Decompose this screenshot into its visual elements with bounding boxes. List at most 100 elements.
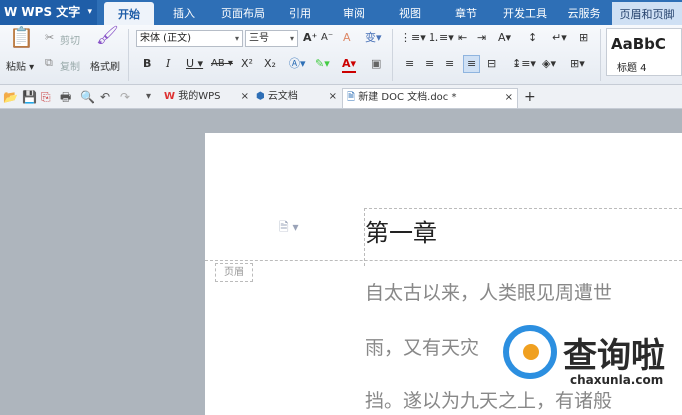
highlight-icon[interactable]: ✎▾ [315,57,330,71]
cut-button[interactable]: 剪切 [60,32,80,47]
open-icon[interactable]: 📂 [3,90,18,104]
watermark-title: 查询啦 [563,336,665,376]
copy-button[interactable]: 复制 [60,58,80,73]
underline-label: U [186,57,195,70]
close-icon[interactable]: × [329,88,337,106]
header-area-top-border [364,208,682,209]
underline-button[interactable]: U ▾ [186,57,203,71]
number-list-icon[interactable]: ⒈≡▾ [428,31,454,45]
watermark-logo-icon [503,325,557,379]
app-name: WPS 文字 [21,5,81,19]
align-left-icon[interactable]: ≡ [405,57,414,71]
font-color-button[interactable]: A▾ [342,57,357,73]
strikethrough-button[interactable]: AB ▾ [211,57,233,71]
bold-button[interactable]: B [143,57,151,71]
doc-tab-label: 新建 DOC 文档.doc * [358,92,457,103]
body-text-line[interactable]: 挡。遂以为九天之上，有诸般 [365,386,612,413]
sort-icon[interactable]: ↕ [528,31,537,45]
tab-cloud[interactable]: 云服务 [560,0,608,25]
close-icon[interactable]: × [505,89,513,107]
print-icon[interactable]: 🖶 [60,90,71,104]
new-tab-button[interactable]: + [524,88,538,108]
tab-chapter[interactable]: 章节 [444,0,488,25]
font-size-value: 三号 [249,33,269,44]
show-marks-icon[interactable]: ↵▾ [552,31,567,45]
justify-icon[interactable]: ≡ [463,55,481,73]
paste-icon[interactable]: 📋 [9,27,34,47]
cut-icon[interactable]: ✂ [45,31,54,45]
doc-tab-cloud-docs[interactable]: ⬢ 云文档 × [256,88,340,108]
divider [128,29,129,81]
tab-insert[interactable]: 插入 [160,0,208,25]
borders-icon[interactable]: ⊞▾ [570,57,585,71]
paste-button[interactable]: 粘贴 ▾ [6,58,34,73]
undo-icon[interactable]: ↶ [100,90,110,104]
close-icon[interactable]: × [241,88,249,106]
font-name-select[interactable]: 宋体 (正文) ▾ [136,30,243,47]
tab-home[interactable]: 开始 [104,2,154,25]
decrease-indent-icon[interactable]: ⇤ [458,31,467,45]
align-center-icon[interactable]: ≡ [425,57,434,71]
copy-icon[interactable]: ⧉ [45,56,53,70]
chevron-down-icon[interactable]: ▾ [146,90,151,104]
format-painter-button[interactable]: 格式刷 [90,58,120,73]
watermark-logo-dot [523,344,539,360]
asian-layout-icon[interactable]: A▾ [498,31,511,45]
tab-view[interactable]: 视图 [388,0,432,25]
save-icon[interactable]: 💾 [22,90,37,104]
export-icon[interactable]: ⎘ [41,90,51,104]
table-icon[interactable]: ⊞ [579,31,588,45]
body-text-line[interactable]: 雨，又有天灾 [365,333,479,360]
document-icon: 🗎 [347,92,356,103]
phonetic-icon[interactable]: 变▾ [365,31,382,45]
shrink-font-button[interactable]: A⁻ [321,31,333,45]
wps-logo-icon: W [4,5,22,19]
format-painter-icon[interactable]: 🖌 [96,27,119,45]
char-shading-icon[interactable]: ▣ [371,57,381,71]
shading-icon[interactable]: ◈▾ [542,57,556,71]
chevron-down-icon: ▾ [234,34,239,43]
grow-font-button[interactable]: A⁺ [303,31,317,45]
subscript-button[interactable]: X₂ [264,57,276,71]
font-color-label: A [342,57,351,70]
cloud-doc-icon: ⬢ [256,91,265,102]
text-effect-icon[interactable]: Ⓐ▾ [289,57,306,71]
header-label[interactable]: 页眉 [215,263,253,282]
doc-tab-label: 我的WPS [178,91,221,102]
wps-logo-icon: W [164,91,176,102]
body-text-line[interactable]: 自太古以来，人类眼见周遭世 [365,278,612,305]
strike-label: AB [211,58,225,69]
doc-tab-my-wps[interactable]: W 我的WPS × [164,88,252,108]
font-name-value: 宋体 (正文) [140,33,191,44]
style-preview: AaBbC [611,35,666,53]
doc-tab-label: 云文档 [267,91,298,102]
bullet-list-icon[interactable]: ⋮≡▾ [400,31,426,45]
preview-icon[interactable]: 🔍 [80,90,95,104]
clear-format-icon[interactable]: A [343,31,351,45]
italic-button[interactable]: I [166,57,170,71]
watermark-url: chaxunla.com [570,373,664,387]
increase-indent-icon[interactable]: ⇥ [477,31,486,45]
align-right-icon[interactable]: ≡ [445,57,454,71]
tab-review[interactable]: 审阅 [332,0,376,25]
doc-tab-current[interactable]: 🗎 新建 DOC 文档.doc * × [342,88,518,108]
font-size-select[interactable]: 三号 ▾ [245,30,298,47]
ribbon: 📋 粘贴 ▾ ✂ 剪切 ⧉ 复制 🖌 格式刷 宋体 (正文) ▾ 三号 ▾ A⁺ A… [0,25,682,85]
tab-developer[interactable]: 开发工具 [496,0,554,25]
distribute-icon[interactable]: ⊟ [487,57,496,71]
tab-header-footer[interactable]: 页眉和页脚 [612,2,682,25]
line-spacing-icon[interactable]: ↨≡▾ [512,57,536,71]
superscript-button[interactable]: X² [241,57,253,71]
paragraph-layout-icon[interactable]: 🗎 ▾ [279,218,299,239]
app-menu-arrow-icon: ▾ [87,7,92,17]
style-name: 标题 4 [617,63,647,74]
style-gallery[interactable]: AaBbC 标题 4 [606,28,682,76]
tab-page-layout[interactable]: 页面布局 [214,0,272,25]
app-menu-button[interactable]: W WPS 文字 ▾ [0,0,97,25]
chapter-heading[interactable]: 第一章 [365,213,437,248]
divider [600,29,601,81]
redo-icon[interactable]: ↷ [120,90,130,104]
divider [392,29,393,81]
quick-access-bar: 📂 💾 ⎘ 🖶 🔍 ↶ ↷ ▾ W 我的WPS × ⬢ 云文档 × 🗎 新建 D… [0,85,682,109]
tab-references[interactable]: 引用 [278,0,322,25]
